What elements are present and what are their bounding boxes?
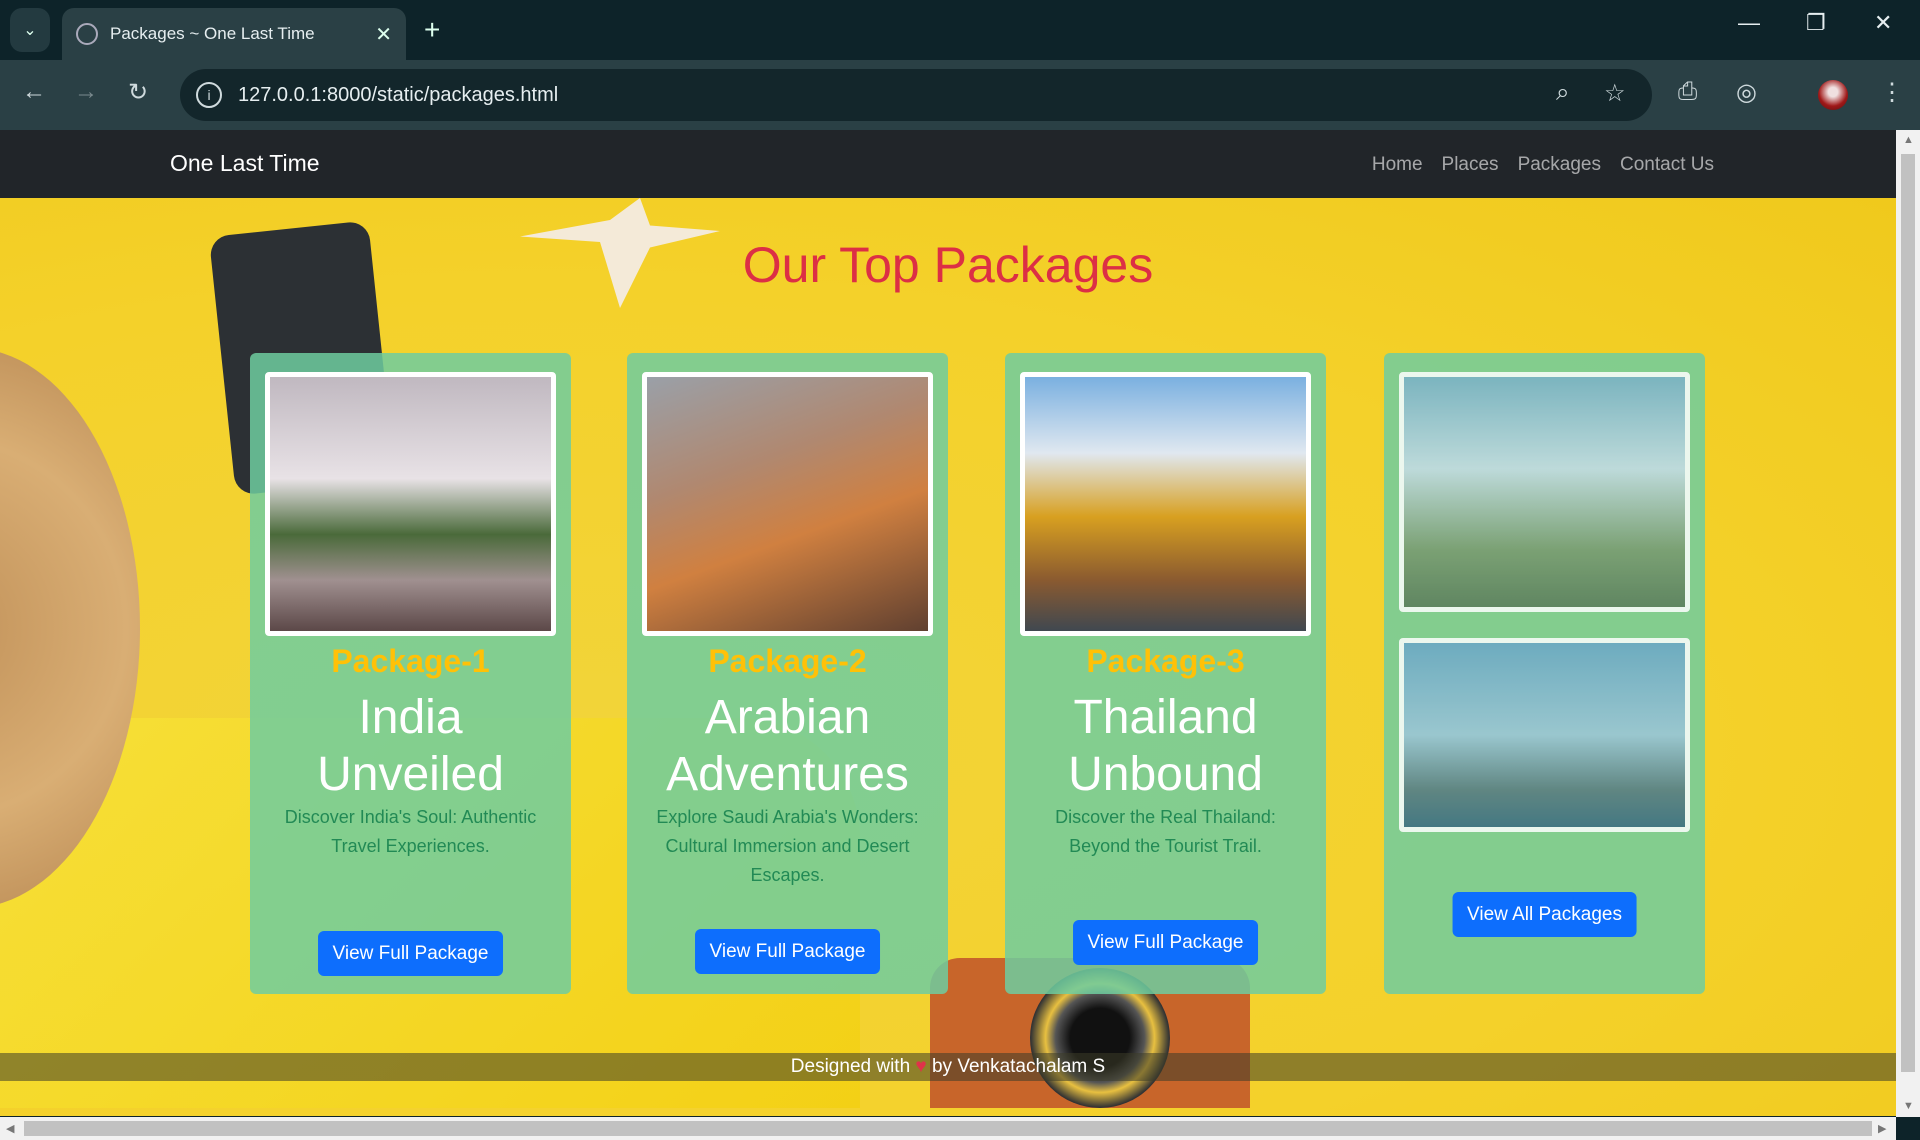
address-bar[interactable]: i 127.0.0.1:8000/static/packages.html ⌕ …	[180, 69, 1652, 121]
reload-icon[interactable]: ↻	[128, 78, 148, 107]
restore-button[interactable]: ❐	[1806, 10, 1826, 36]
tab-strip: ⌄ Packages ~ One Last Time ✕ + — ❐ ✕	[0, 0, 1920, 60]
package-card: Package-3 Thailand Unbound Discover the …	[1005, 353, 1326, 994]
package-label: Package-3	[1086, 643, 1245, 679]
site-info-icon[interactable]: i	[196, 82, 222, 108]
browser-tab[interactable]: Packages ~ One Last Time ✕	[62, 8, 406, 60]
minimize-button[interactable]: —	[1738, 10, 1760, 36]
horizontal-scrollbar[interactable]: ◀ ▶	[0, 1117, 1896, 1140]
package-name: Arabian Adventures	[666, 691, 909, 801]
footer-prefix: Designed with	[790, 1056, 911, 1077]
scroll-left-arrow-icon[interactable]: ◀	[6, 1122, 14, 1135]
vertical-scrollbar[interactable]: ▲ ▼	[1896, 130, 1920, 1117]
horizontal-scroll-thumb[interactable]	[24, 1121, 1872, 1136]
package-description: Explore Saudi Arabia's Wonders: Cultural…	[656, 807, 919, 885]
back-icon[interactable]: ←	[22, 78, 46, 106]
image-statue-of-liberty	[1399, 638, 1690, 832]
view-full-package-button[interactable]: View Full Package	[317, 931, 504, 976]
view-full-package-button[interactable]: View Full Package	[694, 929, 881, 974]
nav-home[interactable]: Home	[1372, 154, 1423, 176]
print-icon[interactable]: ⎙	[1678, 78, 1697, 106]
screenshot-icon[interactable]: ◎	[1736, 78, 1757, 107]
url-text[interactable]: 127.0.0.1:8000/static/packages.html	[238, 84, 558, 107]
site-brand[interactable]: One Last Time	[170, 150, 320, 177]
nav-places[interactable]: Places	[1442, 154, 1499, 176]
package-name: India Unveiled	[317, 691, 504, 801]
scroll-right-arrow-icon[interactable]: ▶	[1878, 1122, 1886, 1135]
view-all-packages-button[interactable]: View All Packages	[1452, 892, 1637, 937]
package-image-thai-temple	[1020, 372, 1311, 636]
new-tab-button[interactable]: +	[424, 14, 440, 46]
site-navbar: One Last Time Home Places Packages Conta…	[0, 130, 1896, 198]
view-all-card: View All Packages	[1384, 353, 1705, 994]
vertical-scroll-thumb[interactable]	[1901, 154, 1915, 1072]
package-description: Discover India's Soul: Authentic Travel …	[284, 807, 537, 856]
package-image-taj-mahal	[265, 372, 556, 636]
tab-title: Packages ~ One Last Time	[110, 24, 315, 43]
package-card: Package-2 Arabian Adventures Explore Sau…	[627, 353, 948, 994]
scroll-down-arrow-icon[interactable]: ▼	[1903, 1100, 1914, 1112]
tab-search-button[interactable]: ⌄	[10, 8, 50, 52]
menu-icon[interactable]: ⋮	[1880, 78, 1904, 107]
page-title: Our Top Packages	[742, 237, 1154, 293]
bookmark-star-icon[interactable]: ☆	[1604, 79, 1626, 108]
package-description: Discover the Real Thailand: Beyond the T…	[1055, 807, 1276, 856]
package-label: Package-2	[708, 643, 867, 679]
profile-avatar[interactable]	[1818, 80, 1848, 110]
heart-icon: ♥	[915, 1056, 927, 1077]
view-full-package-button[interactable]: View Full Package	[1072, 920, 1259, 965]
close-tab-icon[interactable]: ✕	[375, 22, 392, 47]
image-eiffel-tower	[1399, 372, 1690, 612]
footer: Designed with ♥ by Venkatachalam S	[0, 1053, 1896, 1081]
nav-packages[interactable]: Packages	[1518, 154, 1601, 176]
package-card: Package-1 India Unveiled Discover India'…	[250, 353, 571, 994]
browser-toolbar: ← → ↻ i 127.0.0.1:8000/static/packages.h…	[0, 60, 1920, 130]
package-name: Thailand Unbound	[1068, 691, 1263, 801]
package-label: Package-1	[331, 643, 490, 679]
nav-contact[interactable]: Contact Us	[1620, 154, 1714, 176]
scroll-up-arrow-icon[interactable]: ▲	[1903, 134, 1914, 146]
forward-icon[interactable]: →	[74, 78, 98, 106]
globe-icon	[76, 23, 98, 45]
close-window-button[interactable]: ✕	[1874, 10, 1892, 36]
package-image-riyadh	[642, 372, 933, 636]
footer-author: by Venkatachalam S	[931, 1056, 1106, 1077]
zoom-icon[interactable]: ⌕	[1556, 79, 1569, 107]
packages-page: Our Top Packages Package-1 India Unveile…	[0, 198, 1896, 1116]
